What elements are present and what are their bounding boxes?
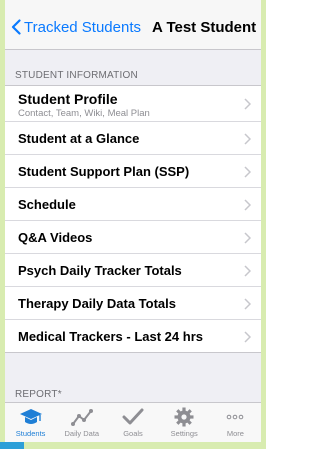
phone-screen: Tracked Students A Test Student STUDENT … [5, 0, 261, 442]
list-item-qa-videos[interactable]: Q&A Videos [5, 221, 261, 254]
chevron-right-icon [244, 199, 251, 211]
tab-daily-data[interactable]: Daily Data [56, 403, 107, 442]
frame-bottom-accent [0, 442, 24, 449]
tab-label: Settings [170, 429, 198, 438]
list-item-therapy-daily-data-totals[interactable]: Therapy Daily Data Totals [5, 287, 261, 320]
gear-icon [174, 407, 194, 427]
chevron-right-icon [244, 133, 251, 145]
tab-settings[interactable]: Settings [159, 403, 210, 442]
back-button-label: Tracked Students [24, 18, 142, 36]
list-item-title: Psych Daily Tracker Totals [18, 263, 182, 278]
list-item-subtitle: Contact, Team, Wiki, Meal Plan [18, 108, 150, 119]
list-item-title: Student at a Glance [18, 131, 140, 146]
chevron-left-icon [11, 19, 21, 35]
list-item-psych-daily-tracker-totals[interactable]: Psych Daily Tracker Totals [5, 254, 261, 287]
graduation-cap-icon [19, 409, 42, 424]
tab-goals[interactable]: Goals [107, 403, 158, 442]
tab-label: More [226, 429, 244, 438]
tab-more[interactable]: More [210, 403, 261, 442]
tab-label: Students [15, 429, 46, 438]
more-dots-icon [227, 414, 244, 420]
list-item-title: Therapy Daily Data Totals [18, 296, 176, 311]
frame-bottom-border [0, 442, 266, 449]
tab-label: Goals [123, 429, 143, 438]
student-information-list: Student Profile Contact, Team, Wiki, Mea… [5, 85, 261, 353]
page-title: A Test Student [152, 19, 257, 36]
tab-students[interactable]: Students [5, 403, 56, 442]
list-item-schedule[interactable]: Schedule [5, 188, 261, 221]
checkmark-icon [122, 408, 144, 425]
chevron-right-icon [244, 298, 251, 310]
tab-bar: Students Daily Data Goals Settings More [5, 402, 261, 442]
frame-right-border [261, 0, 266, 449]
back-button[interactable]: Tracked Students [11, 16, 141, 38]
list-item-medical-trackers[interactable]: Medical Trackers - Last 24 hrs [5, 320, 261, 352]
line-graph-icon [70, 409, 93, 426]
navigation-bar: Tracked Students A Test Student [5, 0, 261, 50]
list-item-student-profile[interactable]: Student Profile Contact, Team, Wiki, Mea… [5, 86, 261, 122]
section-header-student-information: STUDENT INFORMATION [15, 70, 138, 81]
section-header-report: REPORT* [15, 389, 62, 400]
chevron-right-icon [244, 232, 251, 244]
list-item-title: Student Support Plan (SSP) [18, 164, 190, 179]
list-item-student-at-a-glance[interactable]: Student at a Glance [5, 122, 261, 155]
list-item-title: Student Profile [18, 91, 118, 107]
chevron-right-icon [244, 331, 251, 343]
tab-label: Daily Data [64, 429, 100, 438]
list-item-student-support-plan[interactable]: Student Support Plan (SSP) [5, 155, 261, 188]
chevron-right-icon [244, 166, 251, 178]
list-item-title: Medical Trackers - Last 24 hrs [18, 329, 203, 344]
list-item-title: Q&A Videos [18, 230, 93, 245]
list-item-title: Schedule [18, 197, 76, 212]
chevron-right-icon [244, 98, 251, 110]
chevron-right-icon [244, 265, 251, 277]
